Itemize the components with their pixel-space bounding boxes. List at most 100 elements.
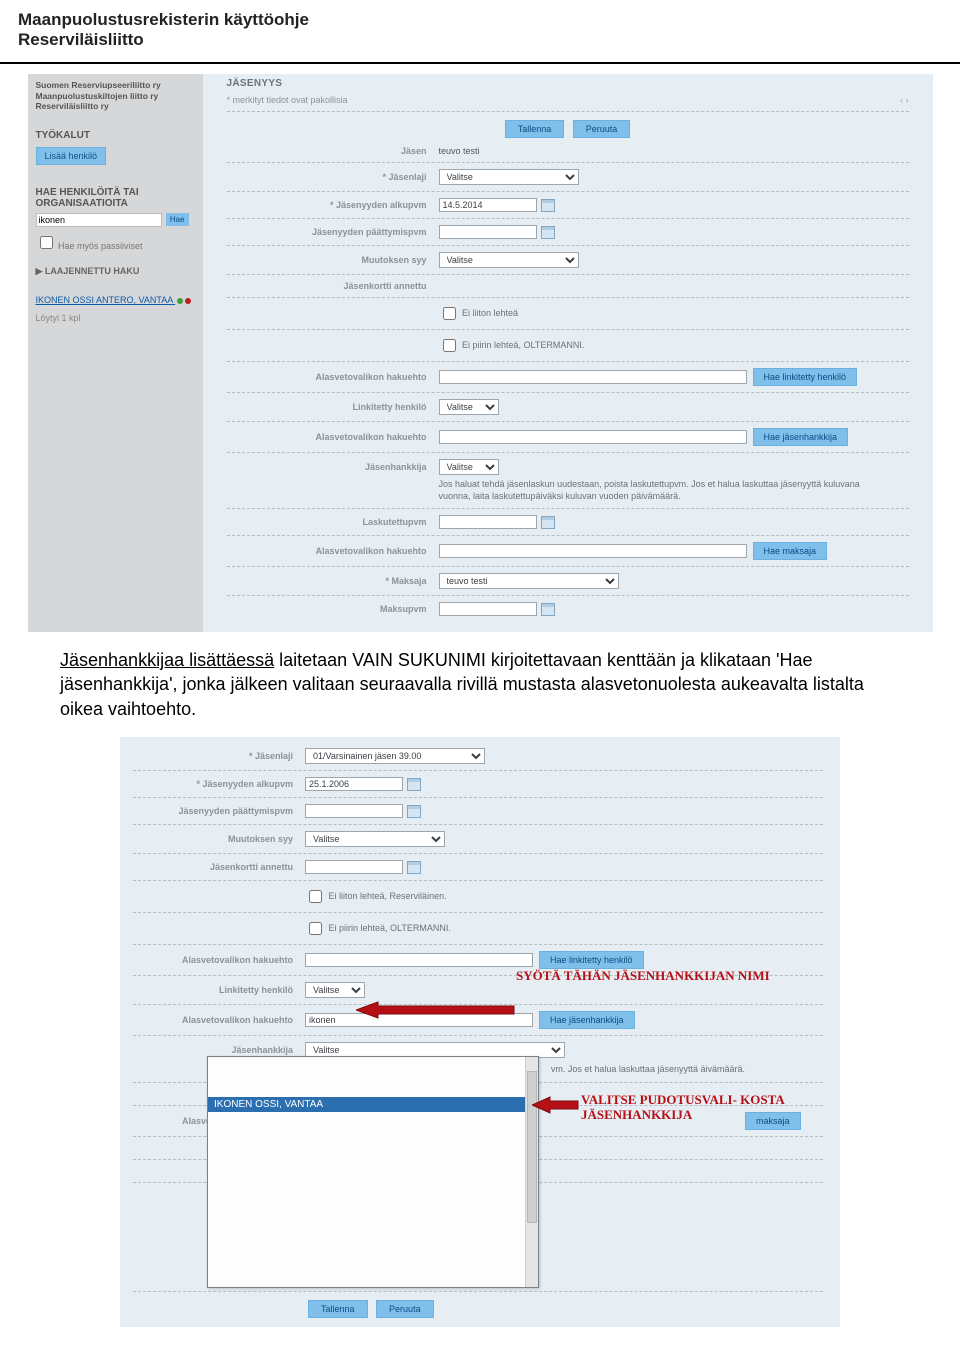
scrollbar-thumb[interactable]	[527, 1071, 537, 1223]
enddate-input[interactable]	[305, 804, 403, 818]
pager-arrows[interactable]: ‹ ›	[900, 95, 909, 105]
member-type-select[interactable]: 01/Varsinainen jäsen 39.00	[305, 748, 485, 764]
calendar-icon[interactable]	[541, 603, 555, 616]
value-member: teuvo testi	[439, 146, 480, 156]
label-dropdown-filter: Alasvetovalikon hakuehto	[227, 546, 439, 556]
search-recruiter-button[interactable]: Hae jäsenhankkija	[753, 428, 849, 446]
label-card: Jäsenkortti annettu	[227, 281, 439, 291]
dropdown-option-selected[interactable]: IKONEN OSSI, VANTAA	[208, 1097, 538, 1112]
calendar-icon[interactable]	[541, 516, 555, 529]
calendar-icon[interactable]	[541, 226, 555, 239]
card-date-input[interactable]	[305, 860, 403, 874]
divider	[0, 62, 960, 64]
cb-no-district-journal[interactable]: Ei piirin lehteä, OLTERMANNI.	[305, 923, 451, 933]
org-line: Reserviläisliitto ry	[36, 101, 197, 112]
cb-label: Ei liiton lehteä, Reserviläinen.	[329, 891, 447, 901]
instruction-lead: Jäsenhankkijaa lisättäessä	[60, 650, 274, 670]
label-recruiter: Jäsenhankkija	[133, 1045, 305, 1055]
label-enddate: Jäsenyyden päättymispvm	[227, 227, 439, 237]
doc-subtitle: Reserviläisliitto	[18, 30, 942, 50]
cancel-button[interactable]: Peruuta	[573, 120, 631, 138]
enddate-input[interactable]	[439, 225, 537, 239]
label-dropdown-filter: Alasvetovalikon hakuehto	[133, 955, 305, 965]
sidebar-section-search: HAE HENKILÖITÄ TAI ORGANISAATIOITA	[36, 187, 197, 209]
cb-no-district-journal[interactable]: Ei piirin lehteä, OLTERMANNI.	[439, 340, 585, 350]
label-pay-date: Maksupvm	[227, 604, 439, 614]
search-linked-person-button[interactable]: Hae linkitetty henkilö	[753, 368, 858, 386]
label-linked-person: Linkitetty henkilö	[133, 985, 305, 995]
red-arrow-icon	[532, 1096, 580, 1114]
calendar-icon[interactable]	[541, 199, 555, 212]
cb-label: Ei piirin lehteä, OLTERMANNI.	[329, 923, 451, 933]
scrollbar[interactable]	[525, 1057, 538, 1287]
sidebar: Suomen Reserviupseeriliitto ry Maanpuolu…	[28, 74, 203, 632]
tab-membership[interactable]: JÄSENYYS	[227, 78, 283, 89]
annotation-enter-name: SYÖTÄ TÄHÄN JÄSENHANKKIJAN NIMI	[516, 968, 770, 984]
screenshot-2: * Jäsenlaji01/Varsinainen jäsen 39.00 * …	[120, 737, 840, 1327]
label-reason: Muutoksen syy	[133, 834, 305, 844]
page-header: Maanpuolustusrekisterin käyttöohje Reser…	[0, 0, 960, 58]
label-member-type: * Jäsenlaji	[227, 172, 439, 182]
status-dot-red-icon	[185, 298, 191, 304]
label-reason: Muutoksen syy	[227, 255, 439, 265]
invoiced-date-input[interactable]	[439, 515, 537, 529]
sidebar-search-input[interactable]	[36, 213, 162, 227]
reason-select[interactable]: Valitse	[305, 831, 445, 847]
recruiter-dropdown-open[interactable]: IKONEN OSSI, VANTAA	[207, 1056, 539, 1288]
cb-label: Ei liiton lehteä	[462, 308, 518, 318]
org-line: Suomen Reserviupseeriliitto ry	[36, 80, 197, 91]
status-dot-green-icon	[177, 298, 183, 304]
red-arrow-icon	[356, 1001, 516, 1019]
advanced-search-toggle[interactable]: ▶ LAAJENNETTU HAKU	[36, 266, 197, 277]
label-card: Jäsenkortti annettu	[133, 862, 305, 872]
include-passive-checkbox[interactable]: Hae myös passiiviset	[36, 233, 197, 252]
calendar-icon[interactable]	[407, 778, 421, 791]
required-note: * merkityt tiedot ovat pakollisia	[227, 95, 348, 105]
include-passive-label: Hae myös passiiviset	[58, 241, 143, 251]
label-payer: * Maksaja	[227, 576, 439, 586]
result-count: Löytyi 1 kpl	[36, 313, 197, 323]
add-person-button[interactable]: Lisää henkilö	[36, 147, 107, 165]
screenshot-1: Suomen Reserviupseeriliitto ry Maanpuolu…	[28, 74, 933, 632]
label-linked-person: Linkitetty henkilö	[227, 402, 439, 412]
startdate-input[interactable]	[305, 777, 403, 791]
search-result-text: IKONEN OSSI ANTERO, VANTAA	[36, 295, 173, 305]
linked-person-select[interactable]: Valitse	[305, 982, 365, 998]
filter-input[interactable]	[439, 430, 747, 444]
label-dropdown-filter: Alasvetovalikon hakuehto	[227, 372, 439, 382]
calendar-icon[interactable]	[407, 805, 421, 818]
search-payer-button[interactable]: Hae maksaja	[753, 542, 828, 560]
dashed-separator	[227, 111, 909, 112]
save-button[interactable]: Tallenna	[308, 1300, 368, 1318]
label-member: Jäsen	[227, 146, 439, 156]
reason-select[interactable]: Valitse	[439, 252, 579, 268]
label-enddate: Jäsenyyden päättymispvm	[133, 806, 305, 816]
search-recruiter-button[interactable]: Hae jäsenhankkija	[539, 1011, 635, 1029]
cb-label: Ei piirin lehteä, OLTERMANNI.	[462, 340, 584, 350]
pay-date-input[interactable]	[439, 602, 537, 616]
search-result-link[interactable]: IKONEN OSSI ANTERO, VANTAA	[36, 295, 197, 305]
cb-no-union-journal[interactable]: Ei liiton lehteä	[439, 308, 519, 318]
linked-person-select[interactable]: Valitse	[439, 399, 499, 415]
label-member-type: * Jäsenlaji	[133, 751, 305, 761]
search-linked-person-button[interactable]: Hae linkitetty henkilö	[539, 951, 644, 969]
calendar-icon[interactable]	[407, 861, 421, 874]
cancel-button[interactable]: Peruuta	[376, 1300, 434, 1318]
sidebar-search-button[interactable]: Hae	[166, 213, 189, 226]
member-type-select[interactable]: Valitse	[439, 169, 579, 185]
filter-input[interactable]	[439, 370, 747, 384]
payer-select[interactable]: teuvo testi	[439, 573, 619, 589]
label-startdate: * Jäsenyyden alkupvm	[133, 779, 305, 789]
label-startdate: * Jäsenyyden alkupvm	[227, 200, 439, 210]
annotation-choose-from-dropdown: VALITSE PUDOTUSVALI- KOSTA JÄSENHANKKIJA	[581, 1093, 839, 1123]
save-button[interactable]: Tallenna	[505, 120, 565, 138]
filter-input[interactable]	[305, 953, 533, 967]
main-panel: JÄSENYYS * merkityt tiedot ovat pakollis…	[203, 74, 933, 632]
cb-no-union-journal[interactable]: Ei liiton lehteä, Reserviläinen.	[305, 891, 447, 901]
help-text: Jos haluat tehdä jäsenlaskun uudestaan, …	[439, 479, 869, 502]
org-line: Maanpuolustuskiltojen liitto ry	[36, 91, 197, 102]
recruiter-select[interactable]: Valitse	[439, 459, 499, 475]
filter-input[interactable]	[439, 544, 747, 558]
startdate-input[interactable]	[439, 198, 537, 212]
label-invoiced-date: Laskutettupvm	[227, 517, 439, 527]
